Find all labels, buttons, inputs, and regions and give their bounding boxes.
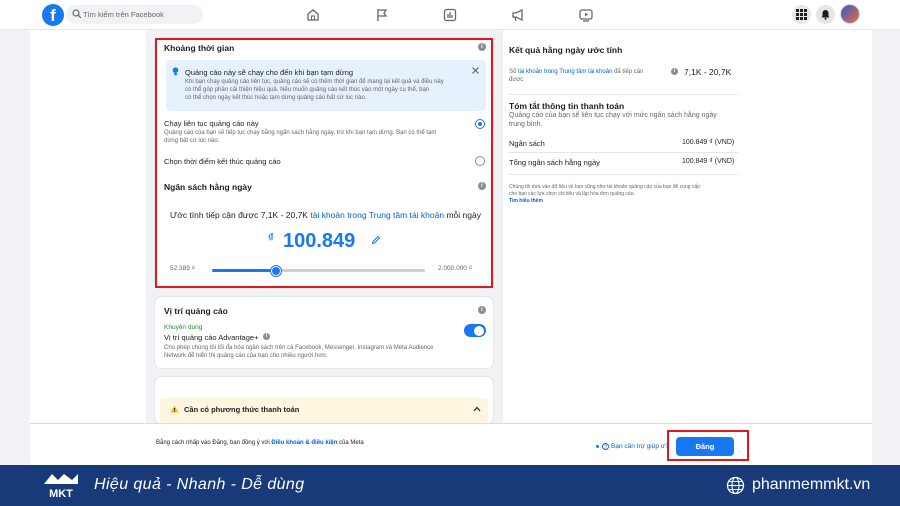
placement-desc: Network để hiển thị quảng cáo của bạn ch… (164, 353, 328, 359)
brand-domain: phanmemmkt.vn (752, 476, 871, 493)
reach-suffix: đã tiếp cận (614, 69, 644, 75)
help-icon[interactable]: ? (602, 443, 609, 450)
bell-icon (821, 10, 830, 20)
search-icon (72, 9, 82, 19)
summary-desc: Quảng cáo của bạn sẽ liên tục chạy với m… (509, 112, 717, 119)
divider (509, 152, 738, 153)
reach-prefix: Số (509, 69, 517, 75)
summary-row-label: Ngân sách (509, 139, 545, 148)
search-box[interactable] (66, 5, 203, 24)
megaphone-icon[interactable] (510, 7, 526, 23)
summary-desc: trung bình. (509, 121, 543, 128)
results-title: Kết quả hằng ngày ước tính (509, 45, 623, 55)
recommended-badge: Khuyên dùng (164, 324, 203, 331)
facebook-logo-icon[interactable]: f (42, 4, 64, 26)
video-icon[interactable] (578, 7, 594, 23)
results-reach-label: Số tài khoản trong Trung tâm tài khoản đ… (509, 69, 643, 75)
results-reach-value: 7,1K - 20,7K (684, 67, 732, 77)
summary-row-label: Tổng ngân sách hằng ngày (509, 158, 600, 167)
mkt-logo-icon: MKT (44, 474, 78, 500)
terms-prefix: Bằng cách nhấp vào Đăng, bạn đồng ý với (156, 440, 270, 446)
menu-grid-button[interactable] (792, 5, 811, 24)
info-icon[interactable]: i (478, 306, 486, 314)
notifications-button[interactable] (816, 5, 835, 24)
summary-footnote: cho bạn các lựa chọn chi tiêu và lập hóa… (509, 191, 635, 197)
placement-title: Vị trí quảng cáo (164, 306, 228, 316)
warning-icon (170, 405, 179, 413)
highlight-frame (667, 430, 749, 461)
grid-icon (796, 9, 807, 20)
status-dot (596, 445, 599, 448)
reach-suffix-line: được (509, 77, 524, 83)
terms-notice: Bằng cách nhấp vào Đăng, bạn đồng ý với … (156, 440, 364, 446)
chevron-up-icon[interactable] (473, 406, 481, 412)
svg-text:?: ? (604, 444, 607, 450)
home-icon[interactable] (305, 7, 321, 23)
advantage-label: Vị trí quảng cáo Advantage+ (164, 333, 259, 342)
divider (509, 174, 738, 175)
ads-manager-icon[interactable] (442, 7, 458, 23)
advantage-toggle[interactable] (464, 324, 486, 337)
payment-warning: Cần có phương thức thanh toán (184, 405, 300, 414)
search-input[interactable] (83, 7, 198, 22)
highlight-frame (155, 38, 493, 288)
help-link[interactable]: Bạn cần trợ giúp ư? (611, 443, 669, 450)
learn-more-link[interactable]: Tìm hiểu thêm (509, 198, 543, 204)
info-icon[interactable]: i (671, 68, 678, 75)
terms-link[interactable]: Điều khoản & điều kiện (271, 440, 337, 446)
summary-title: Tóm tắt thông tin thanh toán (509, 101, 625, 111)
brand-slogan: Hiệu quả - Nhanh - Dễ dùng (94, 476, 305, 493)
avatar[interactable] (840, 4, 860, 24)
placement-desc: Cho phép chúng tôi tối đa hóa ngân sách … (164, 345, 434, 351)
logo-text: MKT (49, 488, 73, 500)
flag-icon[interactable] (374, 7, 390, 23)
terms-suffix: của Meta (339, 440, 364, 446)
globe-icon (726, 476, 745, 495)
summary-footnote: Chúng tôi dựa vào dữ liệu về bạn cũng nh… (509, 184, 701, 190)
top-navigation-bar: f (0, 0, 900, 30)
accounts-center-link[interactable]: tài khoản trong Trung tâm tài khoản (518, 69, 612, 75)
summary-row-value: 100.849 ₫ (VND) (682, 158, 735, 165)
info-icon[interactable]: i (263, 333, 270, 340)
divider (509, 94, 738, 95)
summary-row-value: 100.849 ₫ (VND) (682, 139, 735, 146)
